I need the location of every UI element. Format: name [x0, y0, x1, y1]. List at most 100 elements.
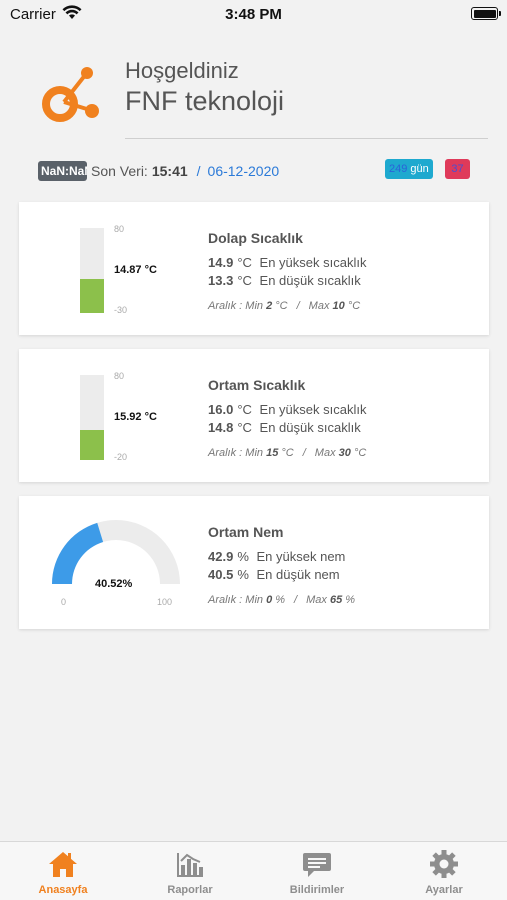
- high-label: En yüksek sıcaklık: [259, 402, 367, 417]
- scale-max: 80: [114, 224, 125, 234]
- tab-home[interactable]: Anasayfa: [0, 842, 126, 900]
- gauge-max: 100: [157, 597, 173, 607]
- thermometer-fill: [80, 429, 104, 460]
- range-text: Aralık : Min 15 °C / Max 30 °C: [208, 447, 366, 459]
- low-value: 40.5: [208, 567, 234, 582]
- days-value: 249: [389, 163, 408, 175]
- range-max-unit: °C: [353, 447, 367, 459]
- sensor-card-humidity[interactable]: 0 100 40.52% Ortam Nem 42.9% En yüksek n…: [19, 496, 489, 629]
- card-title: Dolap Sıcaklık: [208, 230, 303, 246]
- range-text: Aralık : Min 2 °C / Max 10 °C: [208, 300, 360, 312]
- gauge-min: 0: [61, 597, 67, 607]
- low-unit: °C: [237, 420, 252, 435]
- low-value: 14.8: [208, 420, 234, 435]
- home-icon: [49, 852, 77, 877]
- range-max: 30: [338, 447, 351, 459]
- alert-count: 37: [451, 163, 464, 175]
- gear-icon: [430, 850, 458, 878]
- tab-reports[interactable]: Raporlar: [127, 842, 253, 900]
- tab-label: Ayarlar: [425, 884, 463, 896]
- low-value: 13.3: [208, 273, 234, 288]
- alert-badge[interactable]: 37: [445, 159, 470, 179]
- high-label: En yüksek nem: [256, 549, 346, 564]
- range-max-prefix: Max: [308, 300, 330, 312]
- last-data-date: 06-12-2020: [207, 163, 280, 179]
- low-stat: 13.3 °C En düşük sıcaklık: [208, 273, 361, 288]
- range-max-prefix: Max: [306, 594, 327, 606]
- scale-max: 80: [114, 371, 125, 381]
- last-data-label: Son Veri:: [91, 163, 148, 179]
- scale-min: -30: [114, 305, 128, 315]
- time-badge: NaN:NaN: [38, 161, 87, 181]
- tab-settings[interactable]: Ayarlar: [381, 842, 507, 900]
- status-bar: Carrier 3:48 PM: [0, 0, 507, 30]
- high-value: 42.9: [208, 549, 234, 564]
- battery-icon: [471, 7, 501, 20]
- last-data-row: NaN:NaN Son Veri: 15:41 / 06-12-2020: [38, 160, 279, 182]
- low-stat: 14.8 °C En düşük sıcaklık: [208, 420, 361, 435]
- company-name: FNF teknoloji: [125, 86, 285, 116]
- current-reading: 15.92 °C: [114, 411, 157, 423]
- high-value: 14.9: [208, 255, 234, 270]
- tab-label: Bildirimler: [289, 884, 345, 896]
- tab-label: Raporlar: [167, 884, 213, 896]
- low-unit: %: [237, 567, 249, 582]
- thermometer-bar: [80, 228, 104, 313]
- welcome-text: Hoşgeldiniz: [125, 58, 239, 83]
- range-max-prefix: Max: [314, 447, 336, 459]
- range-prefix: Aralık : Min: [208, 300, 264, 312]
- low-label: En düşük nem: [256, 567, 340, 582]
- humidity-gauge: [52, 520, 180, 584]
- range-max-unit: °C: [347, 300, 361, 312]
- sensor-card-ambient-temp[interactable]: 80 -20 15.92 °C Ortam Sıcaklık 16.0 °C En…: [19, 349, 489, 482]
- current-reading: 14.87 °C: [114, 264, 157, 276]
- high-unit: °C: [237, 255, 252, 270]
- tab-notifications[interactable]: Bildirimler: [254, 842, 380, 900]
- range-min-unit: °C: [275, 300, 288, 312]
- range-text: Aralık : Min 0 % / Max 65 %: [208, 594, 355, 606]
- card-title: Ortam Nem: [208, 524, 284, 540]
- low-label: En düşük sıcaklık: [259, 273, 361, 288]
- thermometer-fill: [80, 278, 104, 313]
- range-separator: /: [302, 447, 306, 459]
- low-unit: °C: [237, 273, 252, 288]
- range-min-unit: °C: [281, 447, 294, 459]
- high-stat: 42.9% En yüksek nem: [208, 549, 345, 564]
- high-stat: 16.0 °C En yüksek sıcaklık: [208, 402, 366, 417]
- range-min: 15: [266, 447, 279, 459]
- thermometer-bar: [80, 375, 104, 460]
- range-min: 2: [266, 300, 273, 312]
- scale-min: -20: [114, 452, 128, 462]
- gauge-reading: 40.52%: [95, 578, 133, 590]
- range-max: 10: [332, 300, 345, 312]
- clock: 3:48 PM: [225, 6, 282, 23]
- gauge-fill: [52, 522, 104, 584]
- card-title: Ortam Sıcaklık: [208, 377, 306, 393]
- low-label: En düşük sıcaklık: [259, 420, 361, 435]
- header-divider: [125, 138, 488, 139]
- high-unit: °C: [237, 402, 252, 417]
- tab-bar: Anasayfa Raporlar Bildirimler Ayarlar: [0, 841, 507, 900]
- date-separator: /: [196, 163, 201, 179]
- message-icon: [303, 853, 331, 877]
- high-value: 16.0: [208, 402, 234, 417]
- range-separator: /: [294, 594, 298, 606]
- range-separator: /: [296, 300, 300, 312]
- low-stat: 40.5% En düşük nem: [208, 567, 340, 582]
- chart-icon: [177, 853, 203, 877]
- range-prefix: Aralık : Min: [208, 594, 264, 606]
- last-data-time: 15:41: [151, 163, 188, 179]
- sensor-card-cabinet-temp[interactable]: 80 -30 14.87 °C Dolap Sıcaklık 14.9 °C En…: [19, 202, 489, 335]
- range-min: 0: [266, 594, 273, 606]
- days-badge: 249 gün: [385, 159, 433, 179]
- high-stat: 14.9 °C En yüksek sıcaklık: [208, 255, 366, 270]
- range-min-unit: %: [275, 594, 286, 606]
- range-max-unit: %: [345, 594, 356, 606]
- high-unit: %: [237, 549, 249, 564]
- tab-label: Anasayfa: [38, 884, 88, 896]
- range-max: 65: [329, 594, 343, 606]
- high-label: En yüksek sıcaklık: [259, 255, 367, 270]
- company-logo: [42, 67, 99, 122]
- range-prefix: Aralık : Min: [208, 447, 264, 459]
- days-unit: gün: [410, 163, 429, 175]
